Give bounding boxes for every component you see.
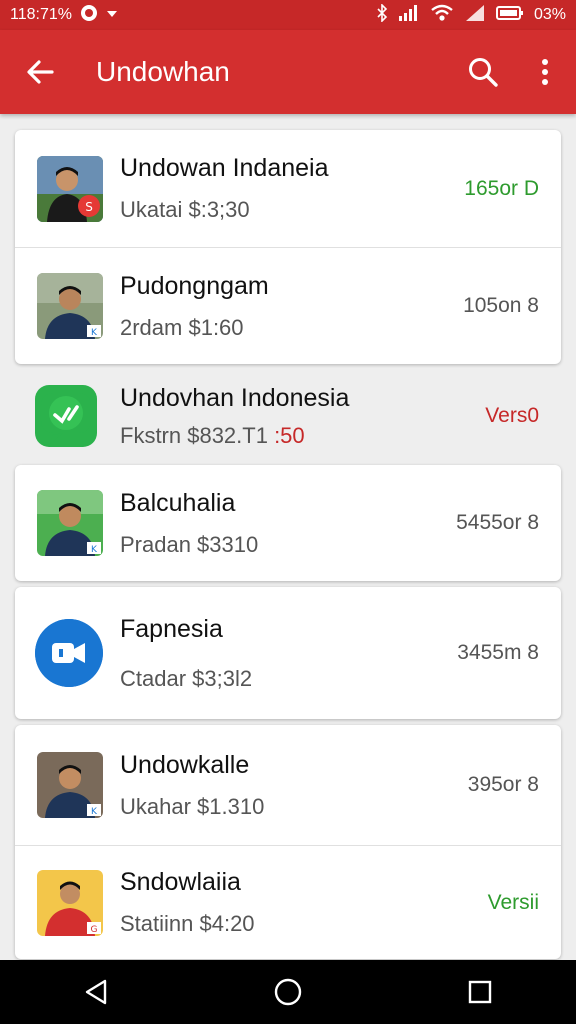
battery-icon	[495, 5, 524, 26]
search-button[interactable]	[452, 30, 514, 114]
more-vert-icon	[542, 59, 548, 85]
item-subtitle: Ukatai $:3;30	[120, 197, 250, 222]
bluetooth-icon	[376, 2, 388, 27]
navigation-bar	[0, 960, 576, 1024]
back-button[interactable]	[0, 30, 80, 114]
item-subtitle: Ukahar $1.310	[120, 793, 265, 819]
item-subtitle-highlight: :50	[267, 422, 305, 448]
svg-text:S: S	[85, 200, 93, 214]
list-item[interactable]: K Undowkalle Ukahar $1.310 395or 8	[15, 725, 561, 845]
item-subtitle: Ctadar $3;3l2	[120, 665, 253, 691]
list-item[interactable]: S Undowan Indaneia Ukatai $:3;30 165or D	[15, 130, 561, 247]
item-title: Undowan Indaneia	[120, 154, 329, 182]
avatar: K	[37, 273, 103, 339]
avatar: G	[37, 869, 103, 936]
triangle-back-icon	[85, 979, 107, 1005]
avatar: S	[37, 155, 103, 222]
status-bar: 1­18:71% 03%	[0, 0, 576, 30]
item-title: Sndowlaiia	[120, 868, 241, 896]
item-title: Balcuhalia	[120, 488, 236, 517]
page-title: Undowhan	[96, 56, 230, 87]
item-subtitle: 2rdam $1:60	[120, 314, 244, 340]
list-item[interactable]: K Balcuhalia Pradan $3310 5455or 8	[15, 465, 561, 581]
list-item[interactable]: K Pudongngam 2rdam $1:60 105on 8	[15, 247, 561, 364]
square-recents-icon	[468, 980, 492, 1004]
item-meta: Vers0	[485, 404, 539, 427]
battery-percent: 03%	[533, 6, 566, 23]
notification-icon	[80, 4, 98, 27]
item-meta: 5455or 8	[456, 511, 539, 534]
item-title: Undowkalle	[120, 750, 250, 779]
item-subtitle: Statiinn $4:20	[120, 911, 255, 936]
nav-home-button[interactable]	[258, 960, 318, 1024]
item-meta: 165or D	[464, 176, 539, 200]
list-card: K Balcuhalia Pradan $3310 5455or 8	[15, 465, 561, 581]
circle-home-icon	[274, 978, 302, 1006]
app-bar: Undowhan	[0, 30, 576, 114]
more-options-button[interactable]	[514, 30, 576, 114]
list-item[interactable]: Undovhan Indonesia Fkstrn $832.T1 :50 Ve…	[15, 370, 561, 462]
item-meta: Versii	[487, 890, 539, 914]
item-list: S Undowan Indaneia Ukatai $:3;30 165or D…	[0, 114, 576, 960]
avatar: K	[37, 752, 103, 818]
wifi-icon	[430, 4, 454, 27]
item-meta: 3455m 8	[457, 641, 539, 664]
item-subtitle: Pradan $3310	[120, 531, 259, 557]
status-time: 1­18:71%	[10, 6, 72, 23]
item-title: Fapnesia	[120, 614, 223, 643]
svg-text:G: G	[91, 925, 98, 935]
signal-icon	[398, 4, 420, 27]
item-subtitle: Fkstrn $832.T1 :50	[120, 422, 305, 448]
arrow-back-icon	[27, 60, 54, 84]
app-icon	[35, 385, 97, 447]
item-meta: 395or 8	[467, 773, 539, 796]
app-icon	[35, 619, 103, 687]
list-item[interactable]: Fapnesia Ctadar $3;3l2 3455m 8	[15, 587, 561, 719]
signal-2-icon	[464, 4, 486, 27]
nav-back-button[interactable]	[66, 960, 126, 1024]
dropdown-icon	[106, 6, 118, 24]
list-card: Fapnesia Ctadar $3;3l2 3455m 8	[15, 587, 561, 719]
item-title: Undovhan Indonesia	[120, 383, 350, 412]
nav-recents-button[interactable]	[450, 960, 510, 1024]
list-item[interactable]: G Sndowlaiia Statiinn $4:20 Versii	[15, 845, 561, 959]
list-card: S Undowan Indaneia Ukatai $:3;30 165or D…	[15, 130, 561, 364]
search-icon	[469, 58, 498, 87]
item-title: Pudongngam	[120, 271, 269, 300]
item-meta: 105on 8	[463, 294, 539, 317]
list-card: K Undowkalle Ukahar $1.310 395or 8 G Snd…	[15, 725, 561, 959]
avatar: K	[37, 490, 103, 556]
